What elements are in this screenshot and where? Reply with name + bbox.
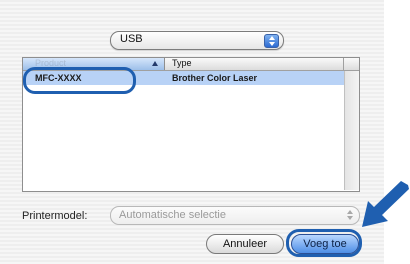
connection-type-value: USB	[120, 33, 143, 45]
cancel-button[interactable]: Annuleer	[206, 234, 284, 254]
printer-browser-dialog: USB Product Type MFC-XXXX Brother Color …	[0, 0, 384, 264]
vertical-scrollbar[interactable]	[344, 71, 359, 190]
printer-model-label: Printermodel:	[22, 210, 88, 222]
printer-model-select[interactable]: Automatische selectie	[110, 206, 360, 225]
selection-highlight-ring	[23, 67, 136, 94]
printer-model-value: Automatische selectie	[119, 209, 226, 221]
popup-arrows-icon	[264, 34, 279, 48]
column-header-type[interactable]: Type	[172, 58, 342, 70]
arrow-pointer-icon	[362, 181, 409, 227]
sort-ascending-icon	[152, 61, 158, 66]
connection-type-popup[interactable]: USB	[110, 31, 284, 50]
popup-arrows-icon	[345, 209, 355, 220]
row-type: Brother Color Laser	[172, 73, 258, 83]
add-button[interactable]: Voeg toe	[291, 234, 359, 254]
column-header-type-label: Type	[172, 58, 192, 68]
header-scroll-corner	[343, 58, 359, 70]
